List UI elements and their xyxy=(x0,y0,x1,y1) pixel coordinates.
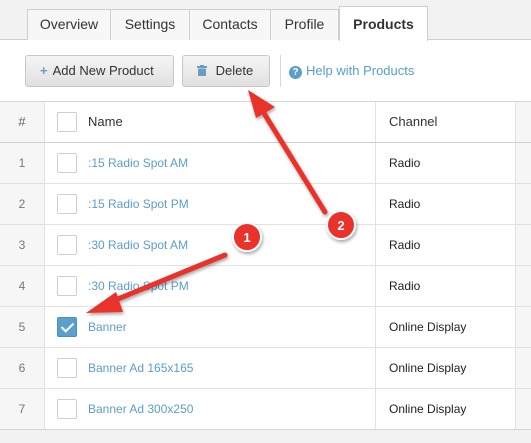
channel-cell: Radio xyxy=(376,266,516,306)
row-number: 6 xyxy=(0,348,45,388)
extra-cell xyxy=(516,225,531,265)
name-cell: :30 Radio Spot AM xyxy=(45,225,376,265)
product-name-link[interactable]: :30 Radio Spot PM xyxy=(88,266,189,306)
row-checkbox[interactable] xyxy=(57,317,77,337)
product-name-link[interactable]: Banner Ad 165x165 xyxy=(88,348,193,388)
row-number: 4 xyxy=(0,266,45,306)
column-header-number: # xyxy=(0,102,45,142)
help-label: Help with Products xyxy=(306,63,415,78)
trash-icon xyxy=(197,63,211,78)
name-cell: Banner Ad 300x250 xyxy=(45,389,376,429)
row-checkbox[interactable] xyxy=(57,194,77,214)
grid-footer xyxy=(0,429,531,443)
add-new-product-button[interactable]: + Add New Product xyxy=(25,55,174,87)
extra-cell xyxy=(516,143,531,183)
table-row[interactable]: 4 :30 Radio Spot PM Radio xyxy=(0,266,531,307)
name-cell: :15 Radio Spot AM xyxy=(45,143,376,183)
plus-icon: + xyxy=(40,63,48,78)
product-name-link[interactable]: :30 Radio Spot AM xyxy=(88,225,188,265)
extra-cell xyxy=(516,389,531,429)
row-number: 2 xyxy=(0,184,45,224)
row-number: 5 xyxy=(0,307,45,347)
tab-settings[interactable]: Settings xyxy=(110,9,190,40)
row-number: 7 xyxy=(0,389,45,429)
select-all-checkbox[interactable] xyxy=(57,112,77,132)
table-row[interactable]: 2 :15 Radio Spot PM Radio xyxy=(0,184,531,225)
grid-header-row: # Name Channel xyxy=(0,101,531,143)
row-checkbox[interactable] xyxy=(57,358,77,378)
extra-cell xyxy=(516,348,531,388)
row-number: 1 xyxy=(0,143,45,183)
product-name-link[interactable]: Banner Ad 300x250 xyxy=(88,389,193,429)
extra-cell xyxy=(516,307,531,347)
tab-bar: Overview Settings Contacts Profile Produ… xyxy=(0,0,531,41)
name-cell: :30 Radio Spot PM xyxy=(45,266,376,306)
table-row[interactable]: 3 :30 Radio Spot AM Radio xyxy=(0,225,531,266)
product-name-link[interactable]: :15 Radio Spot AM xyxy=(88,143,188,183)
tab-overview[interactable]: Overview xyxy=(27,9,111,40)
table-row[interactable]: 1 :15 Radio Spot AM Radio xyxy=(0,143,531,184)
product-name-link[interactable]: :15 Radio Spot PM xyxy=(88,184,189,224)
column-header-name: Name xyxy=(45,102,376,142)
add-new-product-label: Add New Product xyxy=(52,63,154,78)
tab-contacts[interactable]: Contacts xyxy=(189,9,271,40)
channel-cell: Online Display xyxy=(376,389,516,429)
name-cell: Banner Ad 165x165 xyxy=(45,348,376,388)
extra-cell xyxy=(516,266,531,306)
row-number: 3 xyxy=(0,225,45,265)
help-icon: ? xyxy=(289,66,302,79)
channel-cell: Online Display xyxy=(376,348,516,388)
delete-label: Delete xyxy=(215,63,254,78)
channel-cell: Radio xyxy=(376,225,516,265)
channel-cell: Radio xyxy=(376,184,516,224)
table-row[interactable]: 7 Banner Ad 300x250 Online Display xyxy=(0,389,531,430)
tab-profile[interactable]: Profile xyxy=(270,9,339,40)
row-checkbox[interactable] xyxy=(57,153,77,173)
toolbar-divider xyxy=(280,55,281,87)
table-row[interactable]: 6 Banner Ad 165x165 Online Display xyxy=(0,348,531,389)
delete-button[interactable]: Delete xyxy=(182,55,270,87)
name-cell: Banner xyxy=(45,307,376,347)
name-cell: :15 Radio Spot PM xyxy=(45,184,376,224)
column-header-name-label[interactable]: Name xyxy=(88,102,123,142)
channel-cell: Radio xyxy=(376,143,516,183)
row-checkbox[interactable] xyxy=(57,399,77,419)
extra-cell xyxy=(516,184,531,224)
row-checkbox[interactable] xyxy=(57,276,77,296)
column-header-extra xyxy=(516,102,531,142)
row-checkbox[interactable] xyxy=(57,235,77,255)
column-header-channel[interactable]: Channel xyxy=(376,102,516,142)
channel-cell: Online Display xyxy=(376,307,516,347)
table-row[interactable]: 5 Banner Online Display xyxy=(0,307,531,348)
help-with-products-link[interactable]: ? Help with Products xyxy=(289,63,414,79)
product-name-link[interactable]: Banner xyxy=(88,307,127,347)
tab-products[interactable]: Products xyxy=(339,6,428,41)
